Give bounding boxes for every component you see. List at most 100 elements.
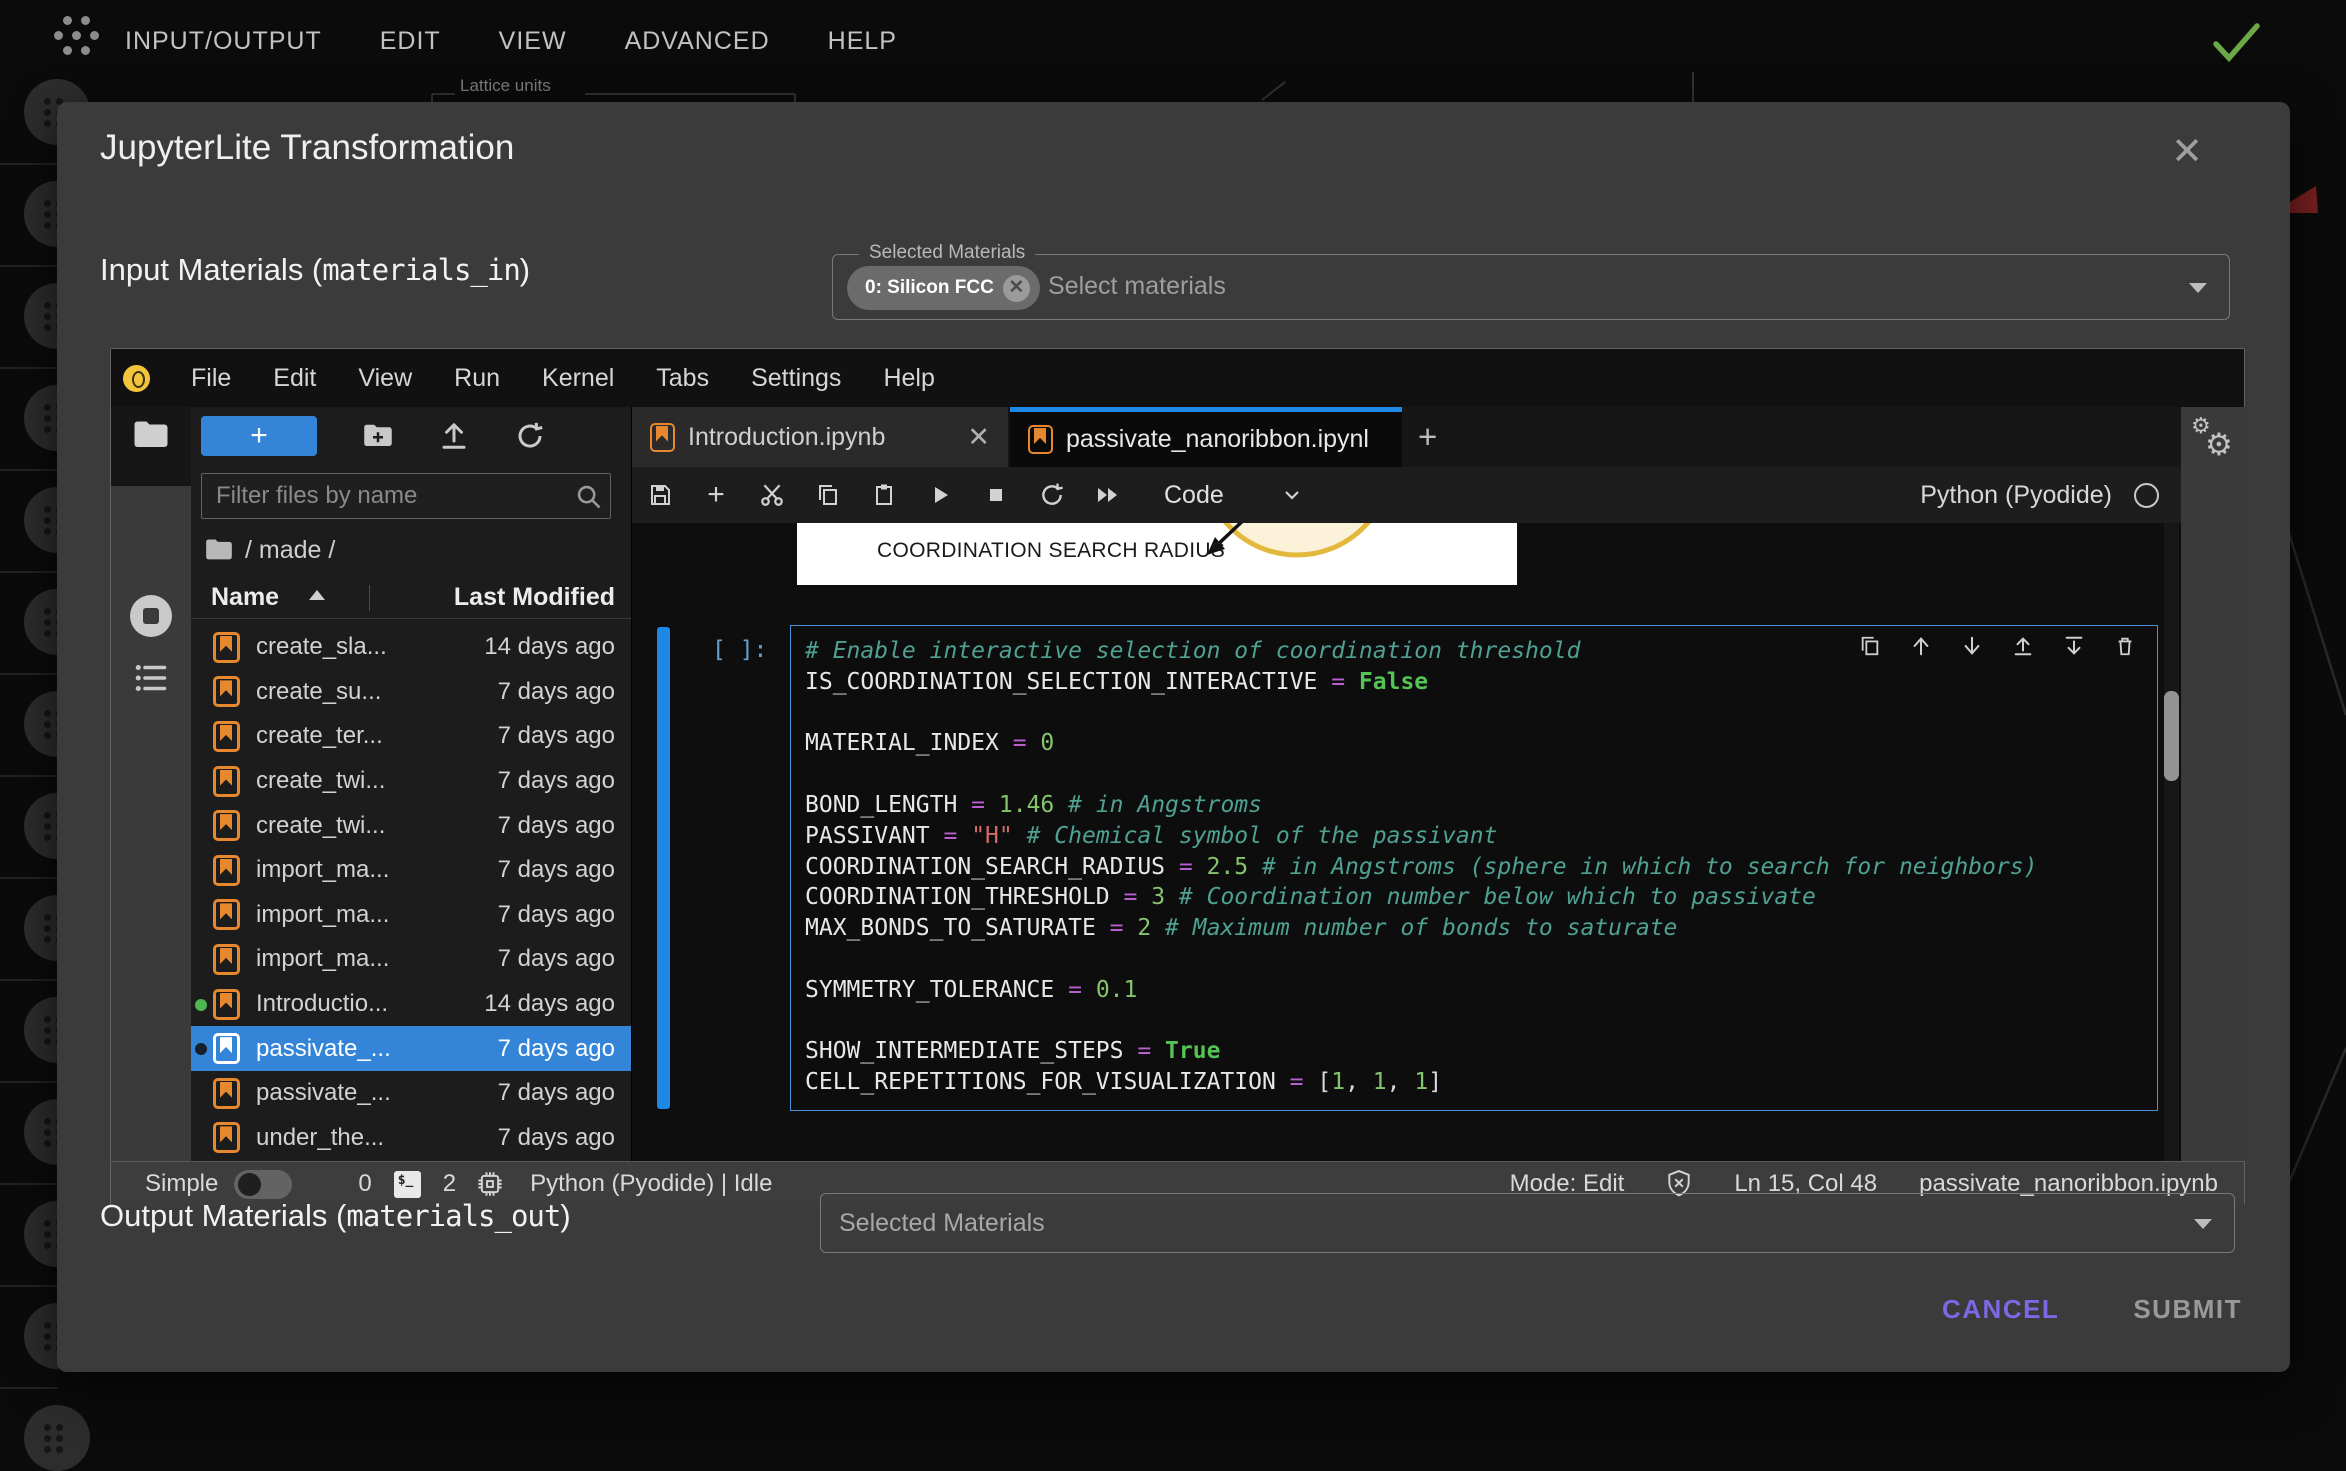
restart-kernel-icon[interactable] [1039, 482, 1065, 508]
filter-files-input[interactable] [201, 473, 611, 519]
material-chip[interactable]: 0: Silicon FCC ✕ [847, 266, 1040, 310]
running-kernels-icon[interactable] [130, 595, 172, 637]
file-browser-icon[interactable] [133, 419, 169, 451]
file-name: under_the... [256, 1124, 384, 1152]
cell-collapser[interactable] [657, 627, 670, 1109]
file-row[interactable]: create_ter...7 days ago [191, 714, 631, 759]
app-menu-item[interactable]: INPUT/OUTPUT [125, 27, 322, 56]
new-folder-icon[interactable] [363, 422, 393, 450]
output-select-label: Selected Materials [839, 1209, 1045, 1238]
input-materials-select[interactable]: Selected Materials 0: Silicon FCC ✕ Sele… [832, 254, 2230, 320]
search-icon [575, 483, 603, 511]
chevron-down-icon[interactable] [1282, 488, 1302, 502]
move-cell-up-icon[interactable] [1909, 634, 1933, 658]
file-row[interactable]: passivate_...7 days ago [191, 1071, 631, 1116]
sort-ascending-icon[interactable] [309, 590, 325, 600]
file-row[interactable]: create_twi...7 days ago [191, 803, 631, 848]
notebook-scrollbar-thumb[interactable] [2164, 691, 2179, 781]
terminal-icon[interactable] [394, 1171, 421, 1198]
insert-cell-icon[interactable]: + [703, 482, 729, 508]
modified-column-header[interactable]: Last Modified [454, 583, 615, 612]
tab-passivate-nanoribbon[interactable]: passivate_nanoribbon.ipynl [1010, 407, 1402, 467]
refresh-icon[interactable] [515, 421, 545, 451]
kernel-status-icon[interactable] [2134, 483, 2159, 508]
app-menu-item[interactable]: ADVANCED [625, 27, 770, 56]
app-menu-item[interactable]: EDIT [380, 27, 441, 56]
table-of-contents-icon[interactable] [133, 660, 169, 696]
output-materials-select[interactable]: Selected Materials [820, 1193, 2235, 1253]
chip-remove-icon[interactable]: ✕ [1003, 275, 1030, 302]
tab-close-icon[interactable]: ✕ [967, 422, 990, 453]
home-folder-icon[interactable] [205, 538, 233, 562]
insert-cell-below-icon[interactable] [2062, 634, 2086, 658]
cpu-icon[interactable] [476, 1170, 504, 1198]
jupyter-menu-item[interactable]: Tabs [635, 364, 730, 393]
kernel-name[interactable]: Python (Pyodide) [1920, 481, 2112, 510]
app-logo-icon[interactable] [52, 16, 100, 62]
tab-label: passivate_nanoribbon.ipynl [1066, 425, 1369, 454]
chevron-down-icon[interactable] [2194, 1219, 2212, 1229]
name-column-header[interactable]: Name [211, 583, 279, 612]
row-divider [0, 979, 58, 981]
chevron-down-icon[interactable] [2189, 283, 2207, 293]
file-row[interactable]: under_the...7 days ago [191, 1116, 631, 1161]
jupyter-menu-item[interactable]: Kernel [521, 364, 635, 393]
restart-run-all-icon[interactable] [1095, 482, 1121, 508]
breadcrumb[interactable]: / made / [205, 531, 335, 569]
jupyter-menu-item[interactable]: Edit [252, 364, 337, 393]
file-row[interactable]: Introductio...14 days ago [191, 982, 631, 1027]
file-row[interactable]: passivate_...7 days ago [191, 1026, 631, 1071]
jupyter-menu-item[interactable]: File [170, 364, 252, 393]
submit-button[interactable]: SUBMIT [2133, 1294, 2242, 1325]
cell-editor[interactable]: # Enable interactive selection of coordi… [790, 625, 2158, 1111]
stop-kernel-icon[interactable] [983, 482, 1009, 508]
file-row[interactable]: create_sla...14 days ago [191, 625, 631, 670]
app-menu-item[interactable]: VIEW [499, 27, 567, 56]
simple-mode-toggle[interactable] [234, 1170, 292, 1199]
file-name: import_ma... [256, 901, 389, 929]
dialog-footer: CANCEL SUBMIT [1942, 1294, 2242, 1325]
jupyter-menu-item[interactable]: Run [433, 364, 521, 393]
file-row[interactable]: import_ma...7 days ago [191, 937, 631, 982]
jupyter-menu-item[interactable]: Help [862, 364, 955, 393]
move-cell-down-icon[interactable] [1960, 634, 1984, 658]
tab-introduction[interactable]: Introduction.ipynb ✕ [632, 407, 1010, 467]
jupyter-menubar: FileEditViewRunKernelTabsSettingsHelp [111, 349, 2244, 407]
file-name: create_ter... [256, 722, 383, 750]
copy-cells-icon[interactable] [815, 482, 841, 508]
row-divider [0, 1081, 58, 1083]
file-row[interactable]: create_su...7 days ago [191, 670, 631, 715]
kernel-status-text: Python (Pyodide) | Idle [530, 1170, 772, 1198]
paste-cells-icon[interactable] [871, 482, 897, 508]
cell-type-select[interactable]: Code [1164, 481, 1224, 510]
code-cell[interactable]: [ ]: # Enable interactive selection of c… [632, 625, 2181, 1115]
file-row[interactable]: import_ma...7 days ago [191, 893, 631, 938]
file-row[interactable]: import_ma...7 days ago [191, 848, 631, 893]
save-icon[interactable] [647, 482, 673, 508]
duplicate-cell-icon[interactable] [1858, 634, 1882, 658]
notebook-scrollbar-track[interactable] [2164, 523, 2179, 1161]
upload-icon[interactable] [439, 421, 469, 451]
breadcrumb-path: / made / [245, 536, 335, 565]
notebook-file-icon [213, 1122, 240, 1153]
run-cell-icon[interactable] [927, 482, 953, 508]
insert-cell-above-icon[interactable] [2011, 634, 2035, 658]
new-launcher-button[interactable]: + [201, 416, 317, 456]
close-icon[interactable]: ✕ [2167, 134, 2207, 174]
file-status-dot [195, 1043, 207, 1055]
drag-handle-icon [44, 506, 51, 513]
output-caption: COORDINATION SEARCH RADIUS [877, 539, 1225, 563]
app-menu-item[interactable]: HELP [828, 27, 897, 56]
jupyter-menu-item[interactable]: Settings [730, 364, 862, 393]
delete-cell-icon[interactable] [2113, 634, 2137, 658]
app-menu: INPUT/OUTPUT EDIT VIEW ADVANCED HELP [125, 27, 897, 56]
file-row[interactable]: create_twi...7 days ago [191, 759, 631, 804]
cancel-button[interactable]: CANCEL [1942, 1294, 2059, 1325]
notebook-content[interactable]: COORDINATION SEARCH RADIUS [ ]: # Enable… [632, 523, 2181, 1161]
column-divider[interactable] [369, 585, 370, 611]
jupyter-menu-item[interactable]: View [337, 364, 433, 393]
file-modified: 7 days ago [498, 856, 615, 884]
cut-cells-icon[interactable] [759, 482, 785, 508]
new-tab-icon[interactable]: + [1418, 418, 1437, 456]
node-handle[interactable] [24, 1405, 90, 1471]
